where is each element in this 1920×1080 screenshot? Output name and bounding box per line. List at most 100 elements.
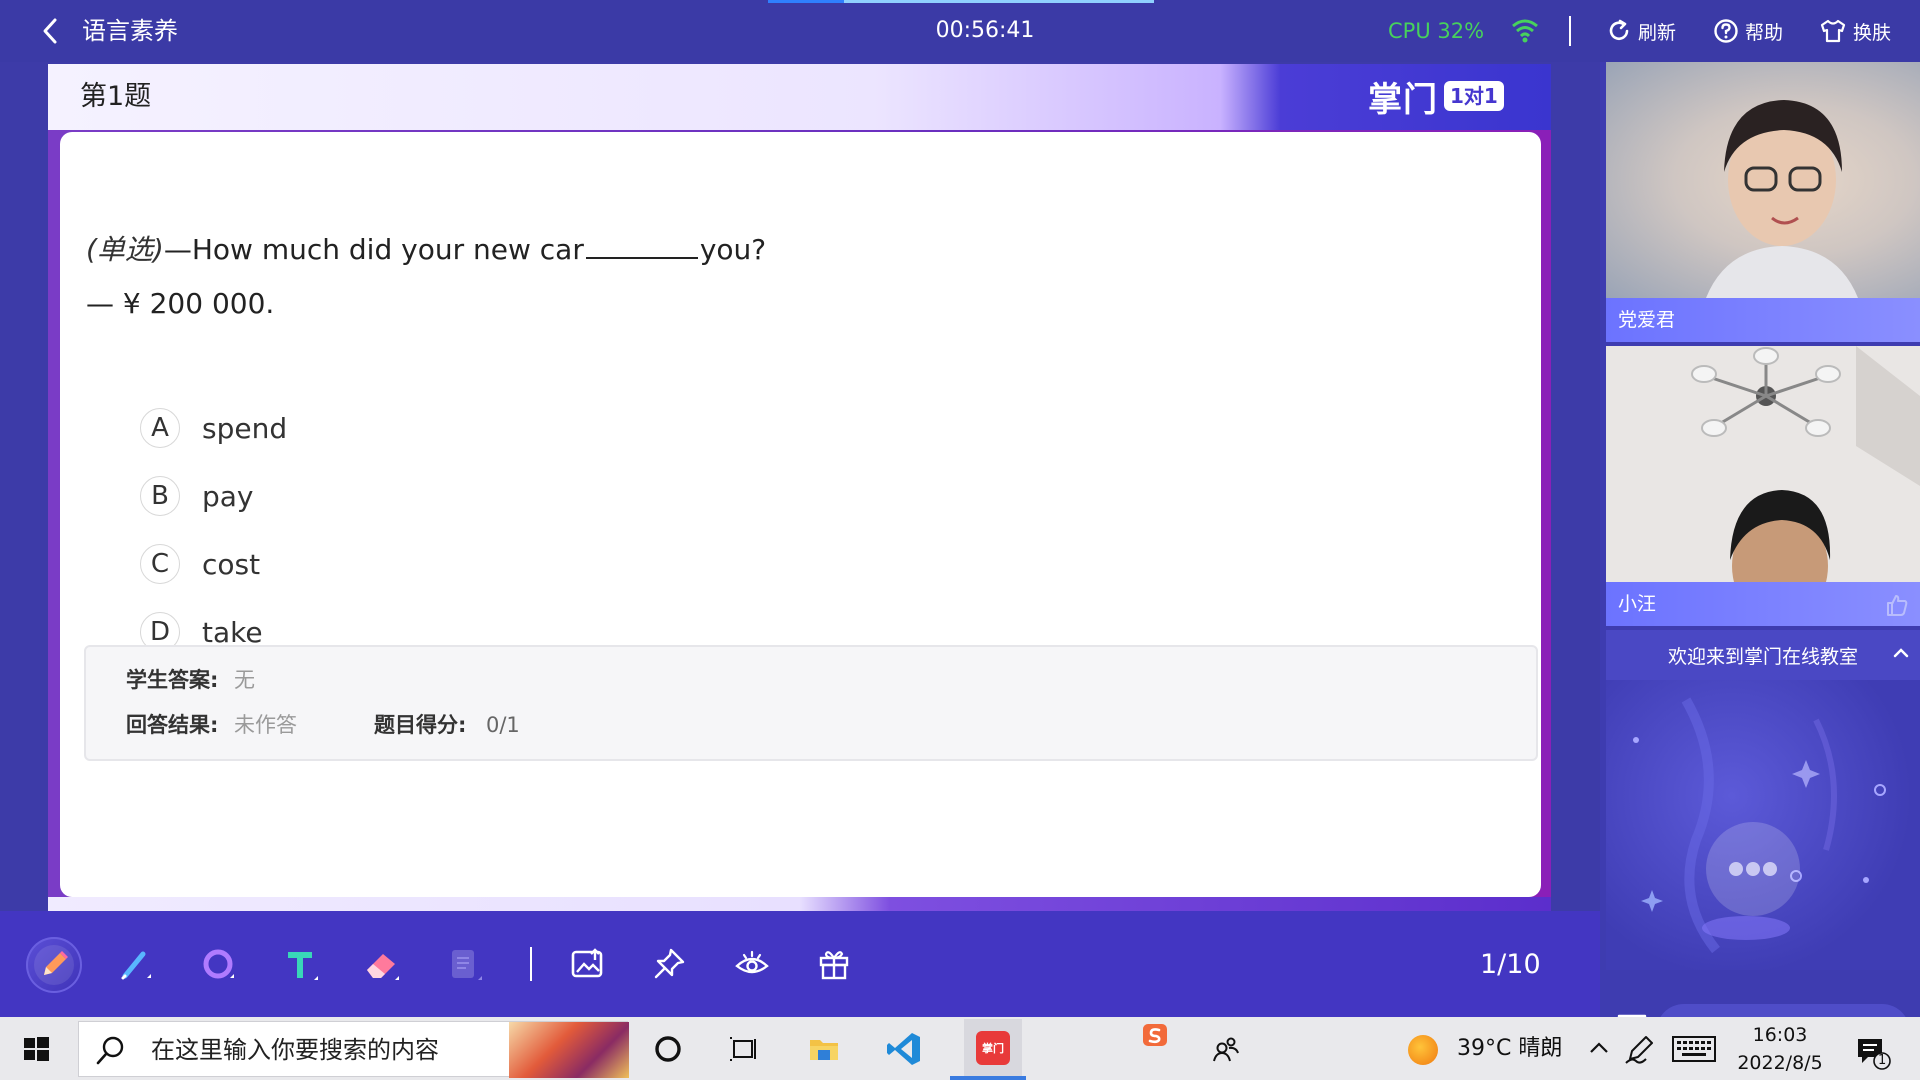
- option-text: take: [202, 615, 263, 649]
- eraser-icon: [367, 954, 399, 980]
- question-number: 第1题: [80, 81, 152, 112]
- result-value: 未作答: [234, 713, 297, 737]
- top-bar: 语言素养 00:56:41 CPU 32% 刷新 帮助 换肤: [0, 0, 1920, 62]
- option-c[interactable]: C cost: [140, 542, 260, 586]
- brand-logo: 掌门 1对1: [1368, 74, 1504, 120]
- gift-icon: [819, 951, 849, 980]
- person-silhouette: [1606, 346, 1920, 582]
- taskbar-search[interactable]: 在这里输入你要搜索的内容: [78, 1021, 629, 1078]
- welcome-banner: 欢迎来到掌门在线教室: [1606, 630, 1920, 680]
- pen-tool[interactable]: [26, 937, 82, 993]
- circle-shape-icon: [203, 949, 234, 979]
- option-text: cost: [202, 547, 261, 581]
- skin-button[interactable]: 换肤: [1819, 14, 1891, 48]
- person-silhouette: [1706, 100, 1858, 298]
- search-highlight-illustration: [509, 1022, 629, 1078]
- result-label: 回答结果:: [126, 713, 219, 737]
- image-upload-tool[interactable]: [562, 939, 612, 989]
- help-icon: [1714, 19, 1738, 43]
- question-board: 第1题 掌门 1对1 (单选)—How much did your new ca…: [48, 64, 1551, 911]
- note-icon: [452, 950, 482, 980]
- people-icon: [1213, 1037, 1239, 1062]
- chat-empty-bubble: [1706, 822, 1800, 916]
- option-letter: A: [140, 408, 180, 448]
- eraser-tool[interactable]: [356, 939, 406, 989]
- help-button[interactable]: 帮助: [1713, 14, 1783, 48]
- brush-tool[interactable]: [110, 939, 160, 989]
- show-hidden-icons-button[interactable]: [1586, 1035, 1612, 1061]
- task-view-button[interactable]: [724, 1029, 764, 1069]
- folder-icon: [810, 1040, 838, 1060]
- teacher-video: [1606, 62, 1920, 298]
- text-tool[interactable]: [275, 939, 325, 989]
- zhangmen-app-button[interactable]: 掌门: [964, 1019, 1022, 1077]
- action-center-button[interactable]: 1: [1852, 1031, 1892, 1071]
- question-type: (单选): [86, 233, 164, 266]
- keyboard-icon: [1672, 1036, 1716, 1062]
- vscode-icon: [887, 1033, 920, 1065]
- refresh-button[interactable]: 刷新: [1606, 14, 1676, 48]
- option-a[interactable]: A spend: [140, 406, 287, 450]
- option-b[interactable]: B pay: [140, 474, 254, 518]
- pin-icon: [654, 948, 685, 979]
- image-upload-icon: [571, 948, 603, 978]
- question-stem: (单选)—How much did your new car you?: [86, 230, 766, 270]
- task-view-icon: [730, 1037, 756, 1061]
- windows-taskbar: 在这里输入你要搜索的内容 掌门 39°C 晴朗 16:03 2022/8/5 1: [0, 1017, 1920, 1080]
- file-explorer-button[interactable]: [804, 1029, 844, 1069]
- progress-strip: [768, 0, 1154, 3]
- board-header: [48, 64, 1551, 130]
- skin-label: 换肤: [1853, 21, 1892, 44]
- score-value: 0/1: [486, 713, 520, 737]
- sogou-ime-icon[interactable]: [1140, 1021, 1170, 1051]
- clock-time[interactable]: 16:03: [1730, 1021, 1830, 1049]
- option-letter: C: [140, 544, 180, 584]
- brand-name: 掌门: [1368, 79, 1438, 120]
- page-indicator: 1/10: [1480, 949, 1541, 980]
- stem-after-blank: you?: [699, 233, 767, 266]
- chevron-up-icon[interactable]: [1890, 642, 1912, 664]
- touch-keyboard-button[interactable]: [1672, 1035, 1716, 1063]
- wifi-icon: [1510, 16, 1540, 44]
- answer-blank: [585, 235, 698, 259]
- chevron-up-icon: [1590, 1042, 1608, 1053]
- notification-count: 1: [1878, 1053, 1887, 1068]
- score-label: 题目得分:: [374, 713, 467, 737]
- clock-date[interactable]: 2022/8/5: [1730, 1049, 1830, 1077]
- view-tool[interactable]: [727, 939, 777, 989]
- video-panel: 党爱君 小汪 欢迎来到掌门在线教室: [1600, 62, 1920, 1060]
- shape-tool[interactable]: [193, 939, 243, 989]
- refresh-icon: [1609, 19, 1629, 40]
- sun-icon[interactable]: [1408, 1035, 1438, 1065]
- pin-tool[interactable]: [644, 939, 694, 989]
- help-label: 帮助: [1745, 21, 1784, 44]
- stem-before-blank: —How much did your new car: [163, 233, 584, 266]
- windows-logo-icon: [24, 1037, 49, 1061]
- brush-icon: [121, 951, 151, 980]
- text-icon: [288, 952, 318, 980]
- option-text: pay: [202, 479, 254, 513]
- vscode-button[interactable]: [884, 1029, 924, 1069]
- toolbar-divider: [530, 947, 532, 981]
- student-answer-label: 学生答案:: [126, 668, 219, 692]
- drawing-toolbar: 1/10: [0, 911, 1600, 1017]
- note-tool[interactable]: [439, 939, 489, 989]
- brand-badge: 1对1: [1444, 81, 1504, 111]
- pen-workspace-icon: [1625, 1036, 1653, 1064]
- cortana-circle-icon: [655, 1036, 681, 1062]
- option-letter: B: [140, 476, 180, 516]
- back-button[interactable]: [36, 14, 64, 48]
- active-app-indicator: [950, 1076, 1026, 1080]
- teacher-name: 党爱君: [1606, 298, 1920, 342]
- cpu-usage: CPU 32%: [1388, 19, 1485, 43]
- weather-status[interactable]: 39°C 晴朗: [1457, 1033, 1562, 1065]
- gift-tool[interactable]: [809, 939, 859, 989]
- start-button[interactable]: [18, 1031, 54, 1067]
- cortana-button[interactable]: [648, 1029, 688, 1069]
- thumb-up-icon[interactable]: [1884, 592, 1910, 618]
- top-bar-divider: [1569, 16, 1571, 46]
- pen-workspace-button[interactable]: [1622, 1031, 1658, 1067]
- eye-icon: [735, 950, 769, 974]
- people-button[interactable]: [1206, 1029, 1246, 1069]
- shirt-icon: [1820, 19, 1846, 43]
